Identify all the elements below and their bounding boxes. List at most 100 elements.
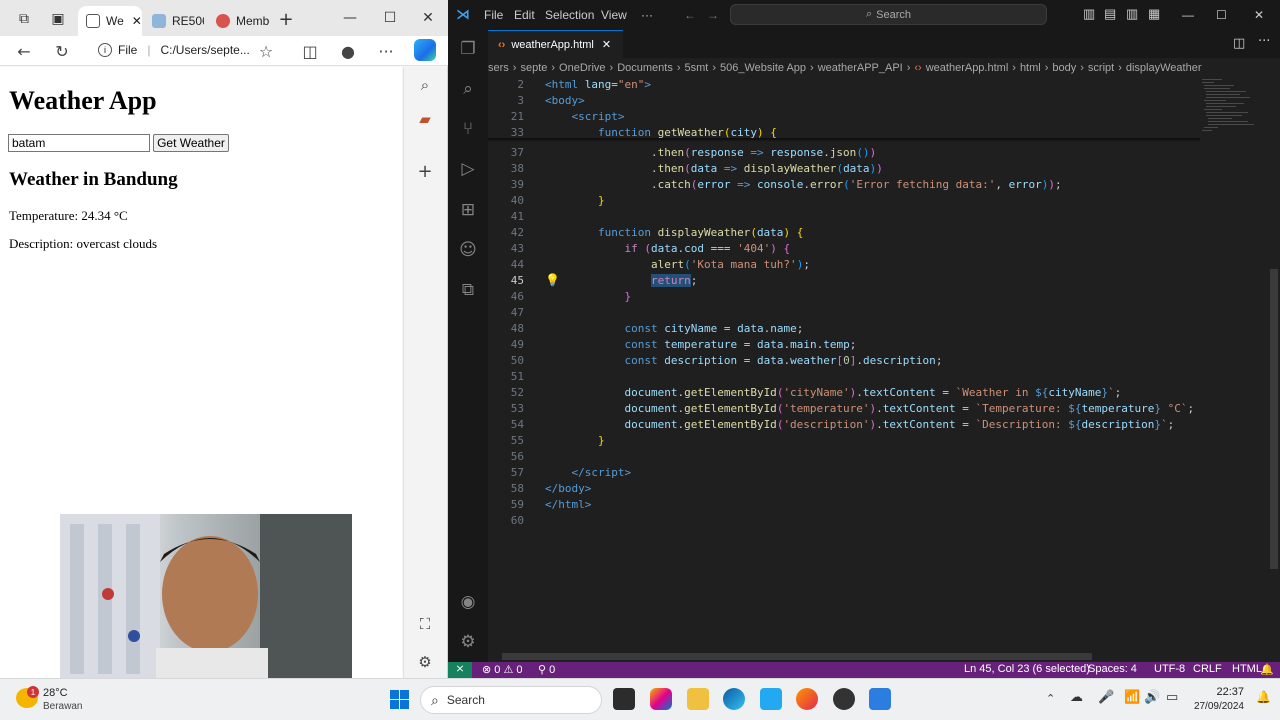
maximize-icon[interactable]: ☐: [378, 8, 402, 28]
notifications-bell-icon[interactable]: 🔔: [1260, 663, 1274, 676]
more-menu-icon[interactable]: ···: [376, 41, 396, 61]
vscode-app-icon[interactable]: [760, 688, 782, 710]
show-hidden-icons[interactable]: ⌃: [1046, 692, 1055, 705]
task-view-icon[interactable]: [613, 688, 635, 710]
cursor-position[interactable]: Ln 45, Col 23 (6 selected): [964, 663, 1090, 675]
edge-app-icon[interactable]: [723, 688, 745, 710]
github-app-icon[interactable]: [833, 688, 855, 710]
minimize-icon[interactable]: —: [338, 8, 362, 28]
tools-icon[interactable]: ▰: [414, 108, 436, 130]
customize-layout-icon[interactable]: ▦: [1148, 6, 1160, 22]
firefox-app-icon[interactable]: [796, 688, 818, 710]
close-icon[interactable]: ✕: [132, 14, 142, 28]
maximize-icon[interactable]: ☐: [1216, 8, 1227, 22]
tab-actions-icon[interactable]: ▣: [48, 9, 68, 29]
search-icon[interactable]: ⌕: [414, 74, 436, 96]
layout-sidebar-icon[interactable]: ▥: [1083, 6, 1095, 22]
menu-selection[interactable]: Selection: [545, 8, 594, 22]
breadcrumb-item[interactable]: septe: [520, 62, 547, 74]
breadcrumb-item[interactable]: html: [1020, 62, 1041, 74]
nav-forward-icon[interactable]: →: [707, 8, 719, 22]
close-icon[interactable]: ✕: [602, 38, 611, 51]
close-window-icon[interactable]: ✕: [1254, 8, 1264, 22]
breadcrumb-item[interactable]: Documents: [617, 62, 673, 74]
accounts-icon[interactable]: ◉: [456, 590, 480, 614]
extensions-icon[interactable]: ⊞: [456, 198, 480, 222]
clock-date[interactable]: 27/09/2024: [1186, 701, 1244, 712]
lightbulb-icon[interactable]: 💡: [545, 273, 560, 287]
language-mode[interactable]: HTML: [1232, 663, 1262, 675]
volume-icon[interactable]: 🔊: [1144, 690, 1160, 705]
indentation-status[interactable]: Spaces: 4: [1088, 663, 1137, 675]
copilot-app-icon[interactable]: [650, 688, 672, 710]
start-windows-icon[interactable]: [390, 690, 409, 709]
refresh-icon[interactable]: ↻: [52, 41, 72, 61]
back-icon[interactable]: ←: [14, 41, 34, 61]
split-screen-icon[interactable]: ◫: [300, 41, 320, 61]
nav-back-icon[interactable]: ←: [684, 8, 696, 22]
file-explorer-icon[interactable]: [687, 688, 709, 710]
copilot-icon[interactable]: [414, 39, 436, 61]
horizontal-scrollbar[interactable]: [488, 653, 1200, 661]
close-window-icon[interactable]: ✕: [416, 8, 440, 28]
menu-file[interactable]: File: [484, 8, 503, 22]
command-search[interactable]: ⌕ Search: [730, 4, 1047, 25]
scrollbar-thumb[interactable]: [1270, 269, 1278, 569]
screenshot-icon[interactable]: ⛶: [414, 613, 436, 635]
breadcrumb-item[interactable]: displayWeather: [1126, 62, 1202, 74]
run-debug-icon[interactable]: ▷: [456, 157, 480, 181]
notification-bell-icon[interactable]: 🔔: [1256, 690, 1271, 704]
eol-status[interactable]: CRLF: [1193, 663, 1222, 675]
split-editor-icon[interactable]: ◫: [1233, 36, 1245, 51]
get-weather-button[interactable]: Get Weather: [153, 134, 229, 152]
more-actions-icon[interactable]: ···: [1258, 34, 1270, 49]
new-tab-icon[interactable]: +: [276, 9, 296, 30]
scrollbar-thumb[interactable]: [502, 653, 1092, 660]
manage-gear-icon[interactable]: ⚙: [456, 630, 480, 654]
encoding-status[interactable]: UTF-8: [1154, 663, 1185, 675]
clock-time[interactable]: 22:37: [1192, 686, 1244, 698]
notes-app-icon[interactable]: [869, 688, 891, 710]
city-input[interactable]: [8, 134, 150, 152]
taskbar-search[interactable]: ⌕ Search: [420, 686, 602, 714]
editor-tab-active[interactable]: ‹› weatherApp.html ✕: [488, 30, 623, 58]
info-icon[interactable]: i: [98, 43, 112, 57]
menu-edit[interactable]: Edit: [514, 8, 535, 22]
code-editor[interactable]: 2 <html lang="en"> 3 <body> 21 <script> 33…: [488, 77, 1200, 657]
network-status-icon[interactable]: ☁: [1070, 690, 1083, 705]
breadcrumb-item[interactable]: 506_Website App: [720, 62, 806, 74]
remote-indicator-icon[interactable]: ⨯: [448, 662, 472, 678]
breadcrumb-item[interactable]: weatherApp.html: [926, 62, 1009, 74]
microphone-icon[interactable]: 🎤: [1098, 690, 1114, 705]
browser-tab[interactable]: Membe: [208, 6, 270, 36]
copilot-icon[interactable]: ☺: [456, 238, 480, 262]
source-control-icon[interactable]: ⑂: [456, 117, 480, 141]
browser-tab[interactable]: RE506: [144, 6, 204, 36]
remote-explorer-icon[interactable]: ⧉: [456, 278, 480, 302]
add-icon[interactable]: +: [414, 160, 436, 182]
favorite-star-icon[interactable]: ☆: [256, 41, 276, 61]
explorer-icon[interactable]: ❐: [456, 37, 480, 61]
ports-indicator[interactable]: ⚲ 0: [538, 663, 555, 676]
weather-description[interactable]: Berawan: [43, 701, 82, 712]
layout-secondary-icon[interactable]: ▥: [1126, 6, 1138, 22]
problems-indicator[interactable]: ⊗ 0 ⚠ 0: [482, 663, 523, 676]
workspaces-icon[interactable]: ⧉: [14, 9, 34, 29]
menu-view[interactable]: View: [601, 8, 627, 22]
breadcrumb-item[interactable]: 5smt: [685, 62, 709, 74]
breadcrumb-item[interactable]: OneDrive: [559, 62, 605, 74]
minimize-icon[interactable]: —: [1182, 8, 1194, 22]
menu-more[interactable]: ···: [641, 8, 653, 22]
editor-scrollbar[interactable]: [1268, 77, 1280, 657]
breadcrumb-item[interactable]: script: [1088, 62, 1114, 74]
browser-tab-active[interactable]: We ✕: [78, 6, 142, 36]
profile-icon[interactable]: ●: [338, 41, 358, 61]
battery-icon[interactable]: ▭: [1166, 690, 1178, 705]
minimap[interactable]: [1200, 77, 1268, 657]
layout-panel-icon[interactable]: ▤: [1104, 6, 1116, 22]
search-icon[interactable]: ⌕: [456, 77, 480, 101]
wifi-icon[interactable]: 📶: [1124, 690, 1140, 705]
breadcrumb-item[interactable]: weatherAPP_API: [818, 62, 903, 74]
breadcrumb-item[interactable]: sers: [488, 62, 509, 74]
settings-icon[interactable]: ⚙: [414, 651, 436, 673]
